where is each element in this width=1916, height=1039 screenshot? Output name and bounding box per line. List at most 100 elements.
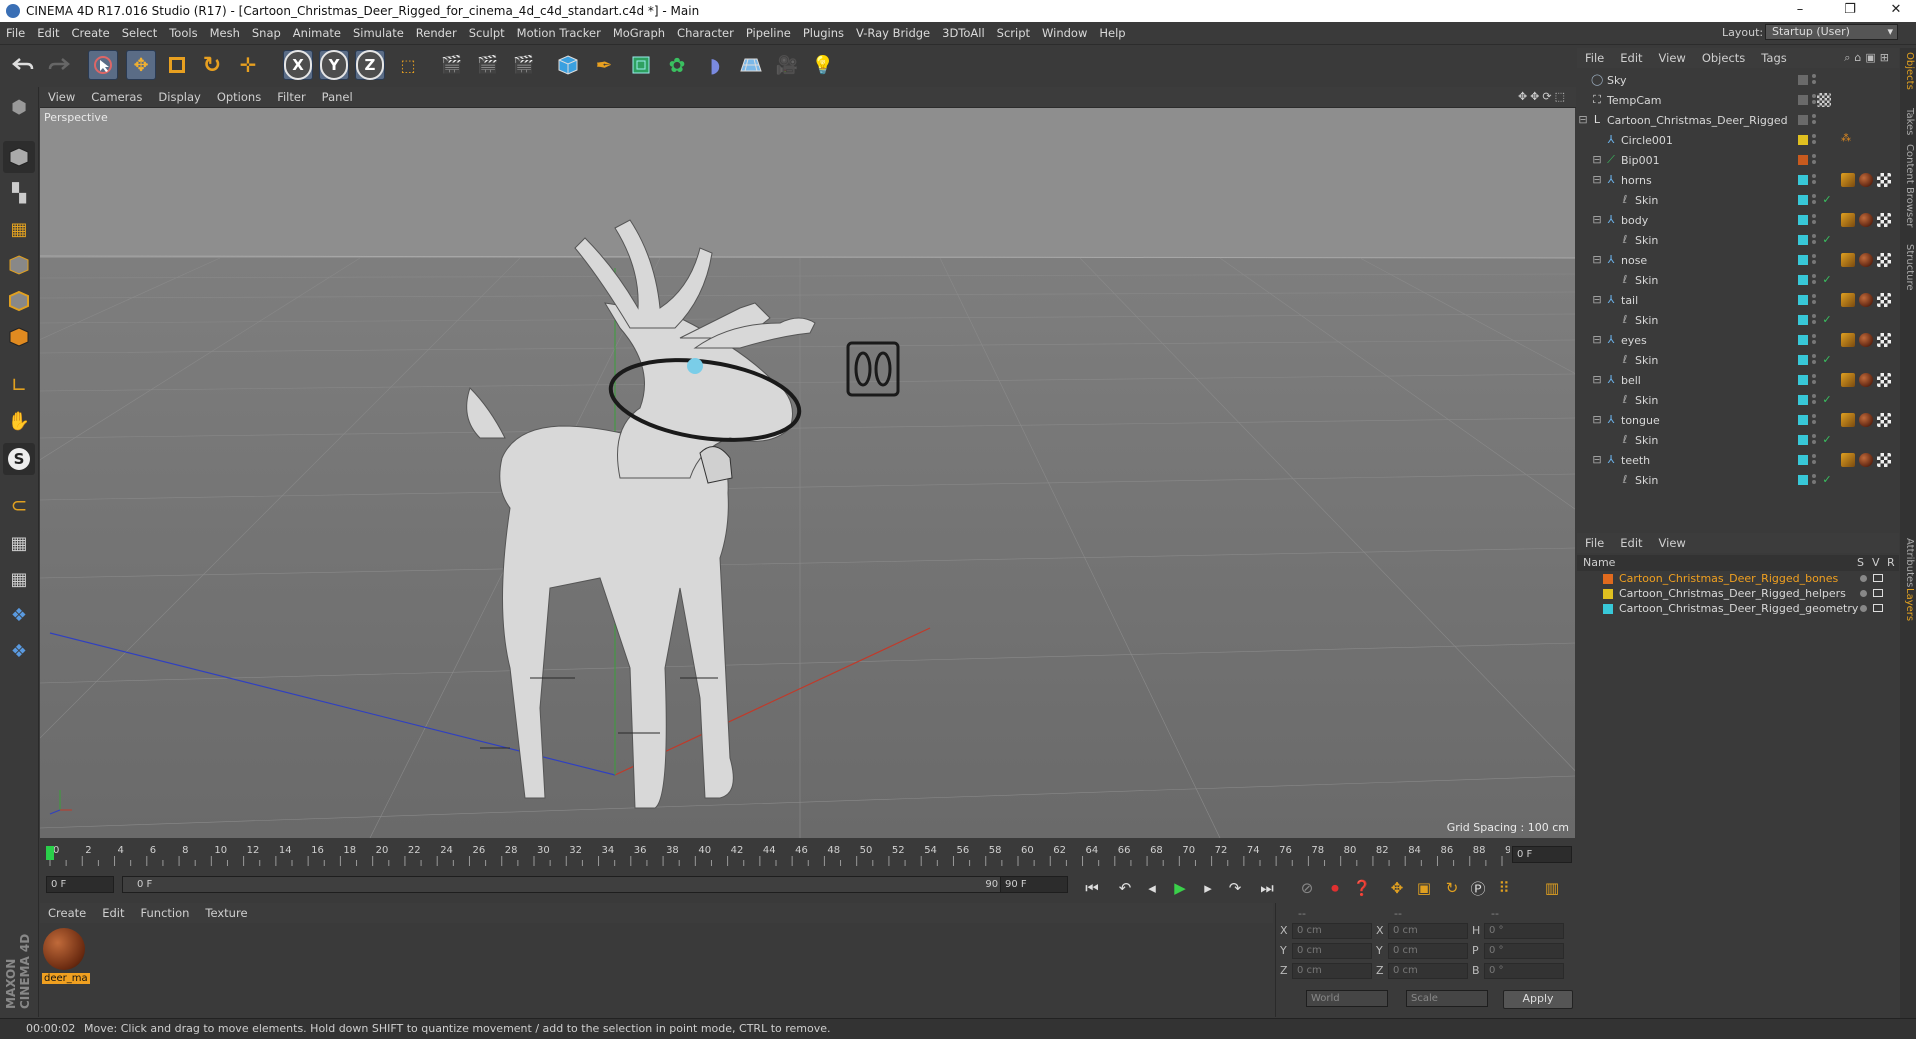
expand-toggle-icon[interactable]: ⊟ [1591,334,1603,346]
visibility-dots[interactable] [1812,473,1816,487]
add-generator-button[interactable] [626,50,656,80]
side-tab-layers[interactable]: Layers [1901,588,1915,621]
visibility-dots[interactable] [1812,113,1816,127]
object-row-nose[interactable]: ⊟ ⅄ nose [1577,250,1899,270]
coordinate-system-button[interactable]: ⬚ [393,50,423,80]
menu-window[interactable]: Window [1036,22,1093,40]
add-mograph-button[interactable]: ✿ [662,50,692,80]
redo-button[interactable] [44,50,74,80]
points-mode-button[interactable] [3,249,35,281]
coord-position-field[interactable]: 0 cm [1292,923,1372,939]
scale-tool-button[interactable] [162,50,192,80]
material-tag-icon[interactable] [1859,333,1873,347]
layer-color-swatch[interactable] [1798,375,1808,385]
layer-solo-toggle-icon[interactable] [1860,605,1867,612]
autokey-button[interactable]: ⏺ [1323,877,1347,899]
layer-color-swatch[interactable] [1798,355,1808,365]
move-tool-button[interactable]: ✥ [126,50,156,80]
locked-workplane-button[interactable]: ▦ [3,527,35,559]
layout-dropdown[interactable]: Startup (User) ▾ [1765,24,1898,40]
material-tag-icon[interactable] [1859,173,1873,187]
visibility-dots[interactable] [1812,313,1816,327]
menu-create[interactable]: Create [66,22,116,40]
visibility-dots[interactable] [1812,333,1816,347]
visibility-dots[interactable] [1812,273,1816,287]
object-row-horns[interactable]: ⊟ ⅄ horns [1577,170,1899,190]
apply-button[interactable]: Apply [1503,990,1573,1009]
visibility-dots[interactable] [1812,253,1816,267]
layer-color-swatch[interactable] [1798,455,1808,465]
planar-workplane-button[interactable]: ▦ [3,563,35,595]
weight-tag-icon[interactable] [1841,213,1855,227]
material-name[interactable]: deer_ma [42,973,90,984]
layer-color-swatch[interactable] [1798,95,1808,105]
material-menu-texture[interactable]: Texture [197,903,255,920]
previous-frame-button[interactable]: ◂ [1140,877,1164,899]
visibility-dots[interactable] [1812,433,1816,447]
layer-color-swatch[interactable] [1798,415,1808,425]
goto-end-button[interactable]: ⏭ [1255,877,1279,899]
expand-toggle-icon[interactable]: ⊟ [1591,454,1603,466]
object-row-skin[interactable]: ℓ Skin ✓ [1577,350,1899,370]
layer-color-swatch[interactable] [1603,589,1613,599]
object-row-skin[interactable]: ℓ Skin ✓ [1577,310,1899,330]
menu-mesh[interactable]: Mesh [204,22,246,40]
visibility-dots[interactable] [1812,213,1816,227]
python-script-button-2[interactable]: ❖ [3,635,35,667]
material-menu-edit[interactable]: Edit [94,903,132,920]
object-row-tempcam[interactable]: ⛶ TempCam [1577,90,1899,110]
xpresso-tag-icon[interactable]: ⁂ [1841,133,1855,147]
object-row-bip001[interactable]: ⊟ ⟋ Bip001 [1577,150,1899,170]
layer-row[interactable]: Cartoon_Christmas_Deer_Rigged_geometry [1577,602,1899,616]
key-parameter-button[interactable]: Ⓟ [1466,877,1490,899]
layer-menu-edit[interactable]: Edit [1612,533,1650,550]
key-position-button[interactable]: ✥ [1385,877,1409,899]
layer-color-swatch[interactable] [1798,255,1808,265]
render-view-button[interactable]: 🎬 [437,50,467,80]
checker-tag-icon[interactable] [1877,373,1891,387]
keyframe-selection-button[interactable]: ❓ [1350,877,1374,899]
layer-color-swatch[interactable] [1798,135,1808,145]
material-tag-icon[interactable] [1859,213,1873,227]
viewport-menu-panel[interactable]: Panel [314,87,361,104]
snapping-button[interactable]: S [3,443,35,475]
visibility-dots[interactable] [1812,133,1816,147]
expand-toggle-icon[interactable]: ⊟ [1577,114,1589,126]
enabled-check-icon[interactable]: ✓ [1821,274,1833,286]
visibility-dots[interactable] [1812,393,1816,407]
viewport-menu-options[interactable]: Options [209,87,269,104]
undo-button[interactable] [8,50,38,80]
python-script-button-1[interactable]: ❖ [3,599,35,631]
checker-tag-icon[interactable] [1877,333,1891,347]
visibility-dots[interactable] [1812,233,1816,247]
object-row-skin[interactable]: ℓ Skin ✓ [1577,190,1899,210]
make-editable-button[interactable]: ⬢ [3,91,35,123]
layer-color-swatch[interactable] [1798,335,1808,345]
current-frame-field[interactable]: 0 F [1512,846,1572,863]
material-menu-create[interactable]: Create [40,903,94,920]
layer-color-swatch[interactable] [1798,475,1808,485]
edges-mode-button[interactable] [3,285,35,317]
timeline-ruler[interactable]: 0 2 4 6 8 10 12 14 16 18 20 22 24 26 28 30 32 34 36 38 40 42 4… [40,840,1576,870]
play-button[interactable]: ▶ [1168,877,1192,899]
x-axis-lock-button[interactable]: X [283,50,313,80]
visibility-dots[interactable] [1812,173,1816,187]
menu-animate[interactable]: Animate [287,22,347,40]
material-tag-icon[interactable] [1859,373,1873,387]
material-tag-icon[interactable] [1859,253,1873,267]
side-tab-objects[interactable]: Objects [1901,52,1915,90]
y-axis-lock-button[interactable]: Y [319,50,349,80]
object-menu-tags[interactable]: Tags [1753,48,1794,65]
menu-simulate[interactable]: Simulate [347,22,410,40]
side-tab-content-browser[interactable]: Content Browser [1901,144,1915,227]
enabled-check-icon[interactable]: ✓ [1821,354,1833,366]
layer-visible-toggle-icon[interactable] [1873,574,1883,582]
next-key-button[interactable]: ↷ [1223,877,1247,899]
side-tab-takes[interactable]: Takes [1901,108,1915,135]
texture-mode-button[interactable]: ▚ [3,177,35,209]
layer-color-swatch[interactable] [1798,75,1808,85]
layer-color-swatch[interactable] [1798,195,1808,205]
layer-row[interactable]: Cartoon_Christmas_Deer_Rigged_helpers [1577,587,1899,601]
layer-color-swatch[interactable] [1798,115,1808,125]
checker-tag-icon[interactable] [1877,453,1891,467]
